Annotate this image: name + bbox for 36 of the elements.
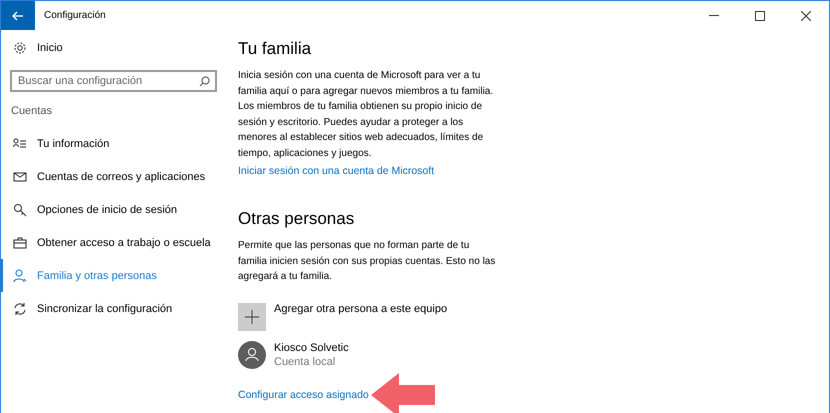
- minimize-icon: [709, 15, 719, 16]
- sidebar-item[interactable]: Cuentas de correos y aplicaciones: [1, 160, 226, 193]
- add-person-button[interactable]: [238, 302, 266, 330]
- plus-icon: [245, 310, 259, 324]
- key-icon: [13, 202, 27, 216]
- sidebar-item[interactable]: Familia y otras personas: [1, 259, 226, 292]
- avatar-icon[interactable]: [238, 340, 266, 368]
- back-arrow-icon: [12, 10, 24, 20]
- briefcase-icon: [13, 236, 27, 250]
- sidebar-item[interactable]: Tu información: [1, 127, 226, 160]
- add-person-label[interactable]: Agregar otra persona a este equipo: [274, 302, 448, 314]
- sidebar-item[interactable]: Sincronizar la configuración: [1, 292, 226, 325]
- sidebar-item[interactable]: Obtener acceso a trabajo o escuela: [1, 226, 226, 259]
- description-text: Permite que las personas que no forman parte de tu familia inicien sesión con sus propias cuentas. Esto no las agregará a tu familia.: [238, 239, 496, 284]
- close-icon: [801, 10, 811, 20]
- account-type: Cuenta local: [274, 356, 336, 368]
- sync-icon: [13, 302, 27, 316]
- envelope-icon: [13, 170, 27, 184]
- window-title: Configuración: [44, 10, 106, 21]
- home-nav-item[interactable]: Inicio: [1, 34, 226, 62]
- section-title: Otras personas: [238, 209, 356, 229]
- maximize-icon: [755, 10, 765, 20]
- section-heading: Cuentas: [11, 105, 53, 117]
- search-field[interactable]: Buscar una configuración: [10, 70, 217, 92]
- arrow-drawing: [370, 372, 435, 413]
- sign-in-link[interactable]: Iniciar sesión con una cuenta de Microsoft: [238, 165, 500, 177]
- back-button[interactable]: [1, 1, 35, 30]
- account-name: Kiosco Solvetic: [274, 342, 349, 354]
- person-icon: [13, 268, 27, 282]
- section-title: Tu familia: [238, 39, 312, 59]
- sidebar-item[interactable]: Opciones de inicio de sesión: [1, 193, 226, 226]
- search-icon: [199, 76, 210, 87]
- gear-icon: [13, 41, 27, 55]
- person-list-icon: [13, 136, 27, 150]
- description-text: Inicia sesión con una cuenta de Microsoft para ver a tu familia aquí o para agregar nuevos miembros a tu familia. Los miembros de tu familia obtienen su propio inicio de sesión y escritorio. Puedes ayudar a proteger a los menores al establecer sitios web adecuados, límites de tiempo, aplicaciones y juegos.: [238, 69, 494, 160]
- assigned-access-link[interactable]: Configurar acceso asignado: [238, 388, 369, 400]
